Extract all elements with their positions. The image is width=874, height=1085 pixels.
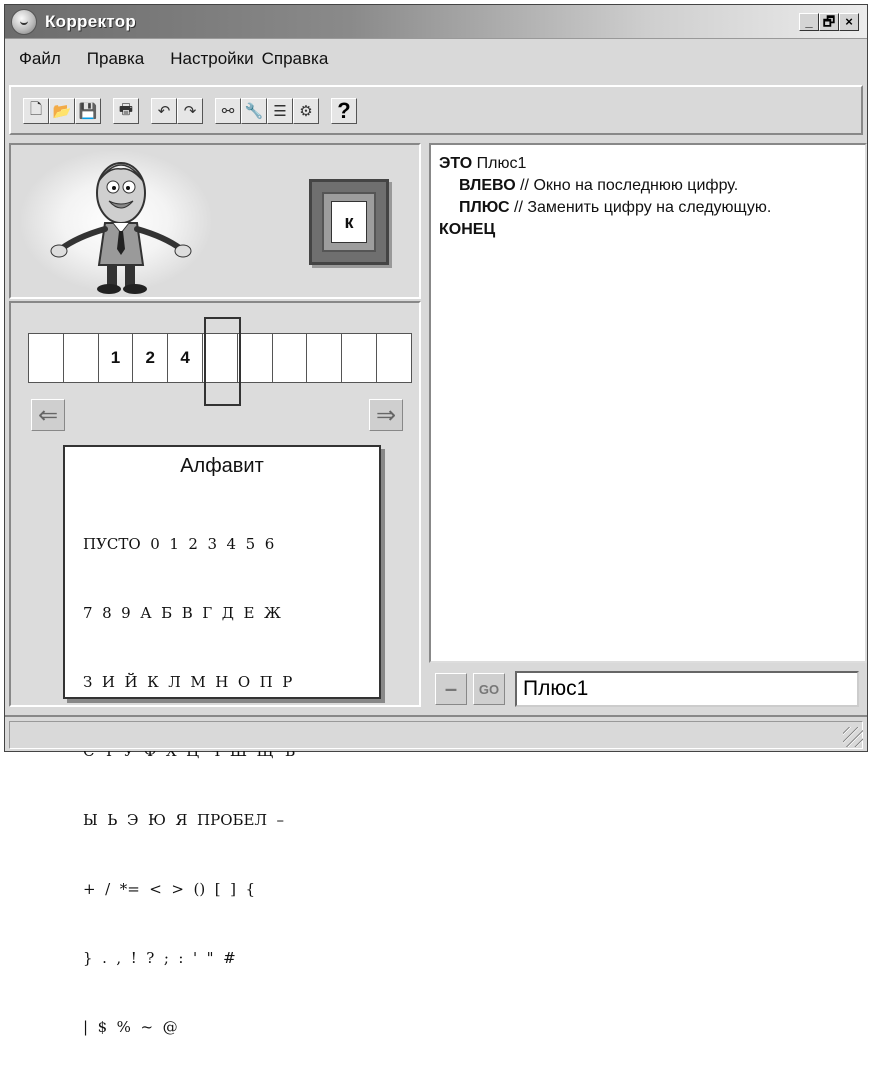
robot-panel: к — [9, 143, 421, 299]
window-title: Корректор — [45, 12, 137, 31]
alphabet-row: } . , ! ? ; : ' " # — [83, 949, 236, 967]
alphabet-row: З И Й К Л М Н О П Р — [83, 673, 293, 691]
tape-cell[interactable] — [375, 333, 412, 383]
menu-file[interactable]: Файл — [19, 49, 61, 69]
save-icon[interactable]: 💾 — [75, 98, 101, 124]
menu-edit[interactable]: Правка — [87, 49, 144, 69]
menu-help[interactable]: Справка — [262, 49, 329, 69]
tape-cell[interactable] — [62, 333, 99, 383]
binoculars-icon[interactable]: ⚯ — [215, 98, 241, 124]
alphabet-row: Ы Ь Э Ю Я ПРОБЕЛ – — [83, 811, 285, 829]
code-line: ЭТО Плюс1 — [439, 155, 527, 172]
help-button[interactable]: ? — [331, 98, 357, 124]
tape-cell[interactable]: 4 — [167, 333, 203, 383]
menu-settings[interactable]: Настройки — [170, 49, 253, 69]
program-editor[interactable]: ЭТО Плюс1 ВЛЕВО // Окно на последнюю циф… — [429, 143, 867, 663]
print-icon[interactable]: 🖶 — [113, 98, 139, 124]
program-code: ЭТО Плюс1 ВЛЕВО // Окно на последнюю циф… — [439, 153, 771, 241]
tape-window-cursor[interactable] — [204, 317, 241, 406]
corrector-character-icon — [50, 162, 192, 294]
open-folder-icon[interactable]: 📂 — [49, 98, 75, 124]
code-line: ПЛЮС // Заменить цифру на следующую. — [459, 199, 772, 216]
title-bar[interactable]: Корректор _ 🗗 × — [5, 5, 867, 39]
tape-cell[interactable]: 2 — [132, 333, 169, 383]
code-line: КОНЕЦ — [439, 221, 496, 238]
alphabet-row: | $ % ~ @ — [83, 1018, 178, 1036]
toolbar: 🗋 📂 💾 🖶 ↶ ↷ ⚯ 🔧 ☰ ⚙ ? — [23, 97, 357, 125]
minus-button[interactable]: – — [435, 673, 467, 705]
wrench-icon[interactable]: 🔧 — [241, 98, 267, 124]
current-cell-value: к — [331, 201, 367, 243]
alphabet-title: Алфавит — [180, 455, 264, 477]
tape-cell[interactable] — [236, 333, 273, 383]
alphabet-panel: Алфавит ПУСТО 0 1 2 3 4 5 6 7 8 9 А Б В … — [63, 445, 381, 1036]
tape-panel: 1 2 4 ⇐ ⇒ Алфавит ПУСТО 0 1 2 3 4 5 6 7 … — [9, 301, 421, 1036]
minimize-button[interactable]: _ — [799, 13, 819, 31]
tape-cell[interactable] — [341, 333, 377, 383]
app-window: Корректор _ 🗗 × Файл Правка Настройки Сп… — [4, 4, 868, 1036]
status-text-area — [9, 721, 863, 749]
go-button[interactable]: GO — [473, 673, 505, 705]
arrow-left-icon[interactable]: ⇐ — [31, 399, 65, 431]
alphabet-rows: ПУСТО 0 1 2 3 4 5 6 7 8 9 А Б В Г Д Е Ж … — [83, 487, 295, 1085]
new-document-icon[interactable]: 🗋 — [23, 98, 49, 124]
command-input[interactable] — [515, 671, 859, 707]
close-button[interactable]: × — [839, 13, 859, 31]
alphabet-row: + / *= < > () [ ] { — [83, 880, 256, 898]
current-cell-frame: к — [309, 179, 389, 265]
command-bar: – GO — [429, 667, 867, 711]
tape-cell[interactable] — [306, 333, 343, 383]
alphabet-row: ПУСТО 0 1 2 3 4 5 6 — [83, 535, 275, 553]
list-icon[interactable]: ☰ — [267, 98, 293, 124]
arrow-right-icon[interactable]: ⇒ — [369, 399, 403, 431]
resize-grip-icon[interactable] — [843, 727, 863, 747]
code-line: ВЛЕВО // Окно на последнюю цифру. — [459, 177, 739, 194]
window-controls: _ 🗗 × — [799, 13, 859, 31]
tape-cell[interactable] — [271, 333, 308, 383]
tape-cell[interactable] — [28, 333, 64, 383]
status-bar — [5, 715, 867, 751]
redo-icon[interactable]: ↷ — [177, 98, 203, 124]
menu-bar: Файл Правка Настройки Справка — [5, 43, 867, 75]
restore-button[interactable]: 🗗 — [819, 13, 839, 31]
undo-icon[interactable]: ↶ — [151, 98, 177, 124]
tape-cell[interactable]: 1 — [97, 333, 134, 383]
app-face-icon — [11, 9, 37, 35]
gear-icon[interactable]: ⚙ — [293, 98, 319, 124]
alphabet-row: 7 8 9 А Б В Г Д Е Ж — [83, 604, 281, 622]
